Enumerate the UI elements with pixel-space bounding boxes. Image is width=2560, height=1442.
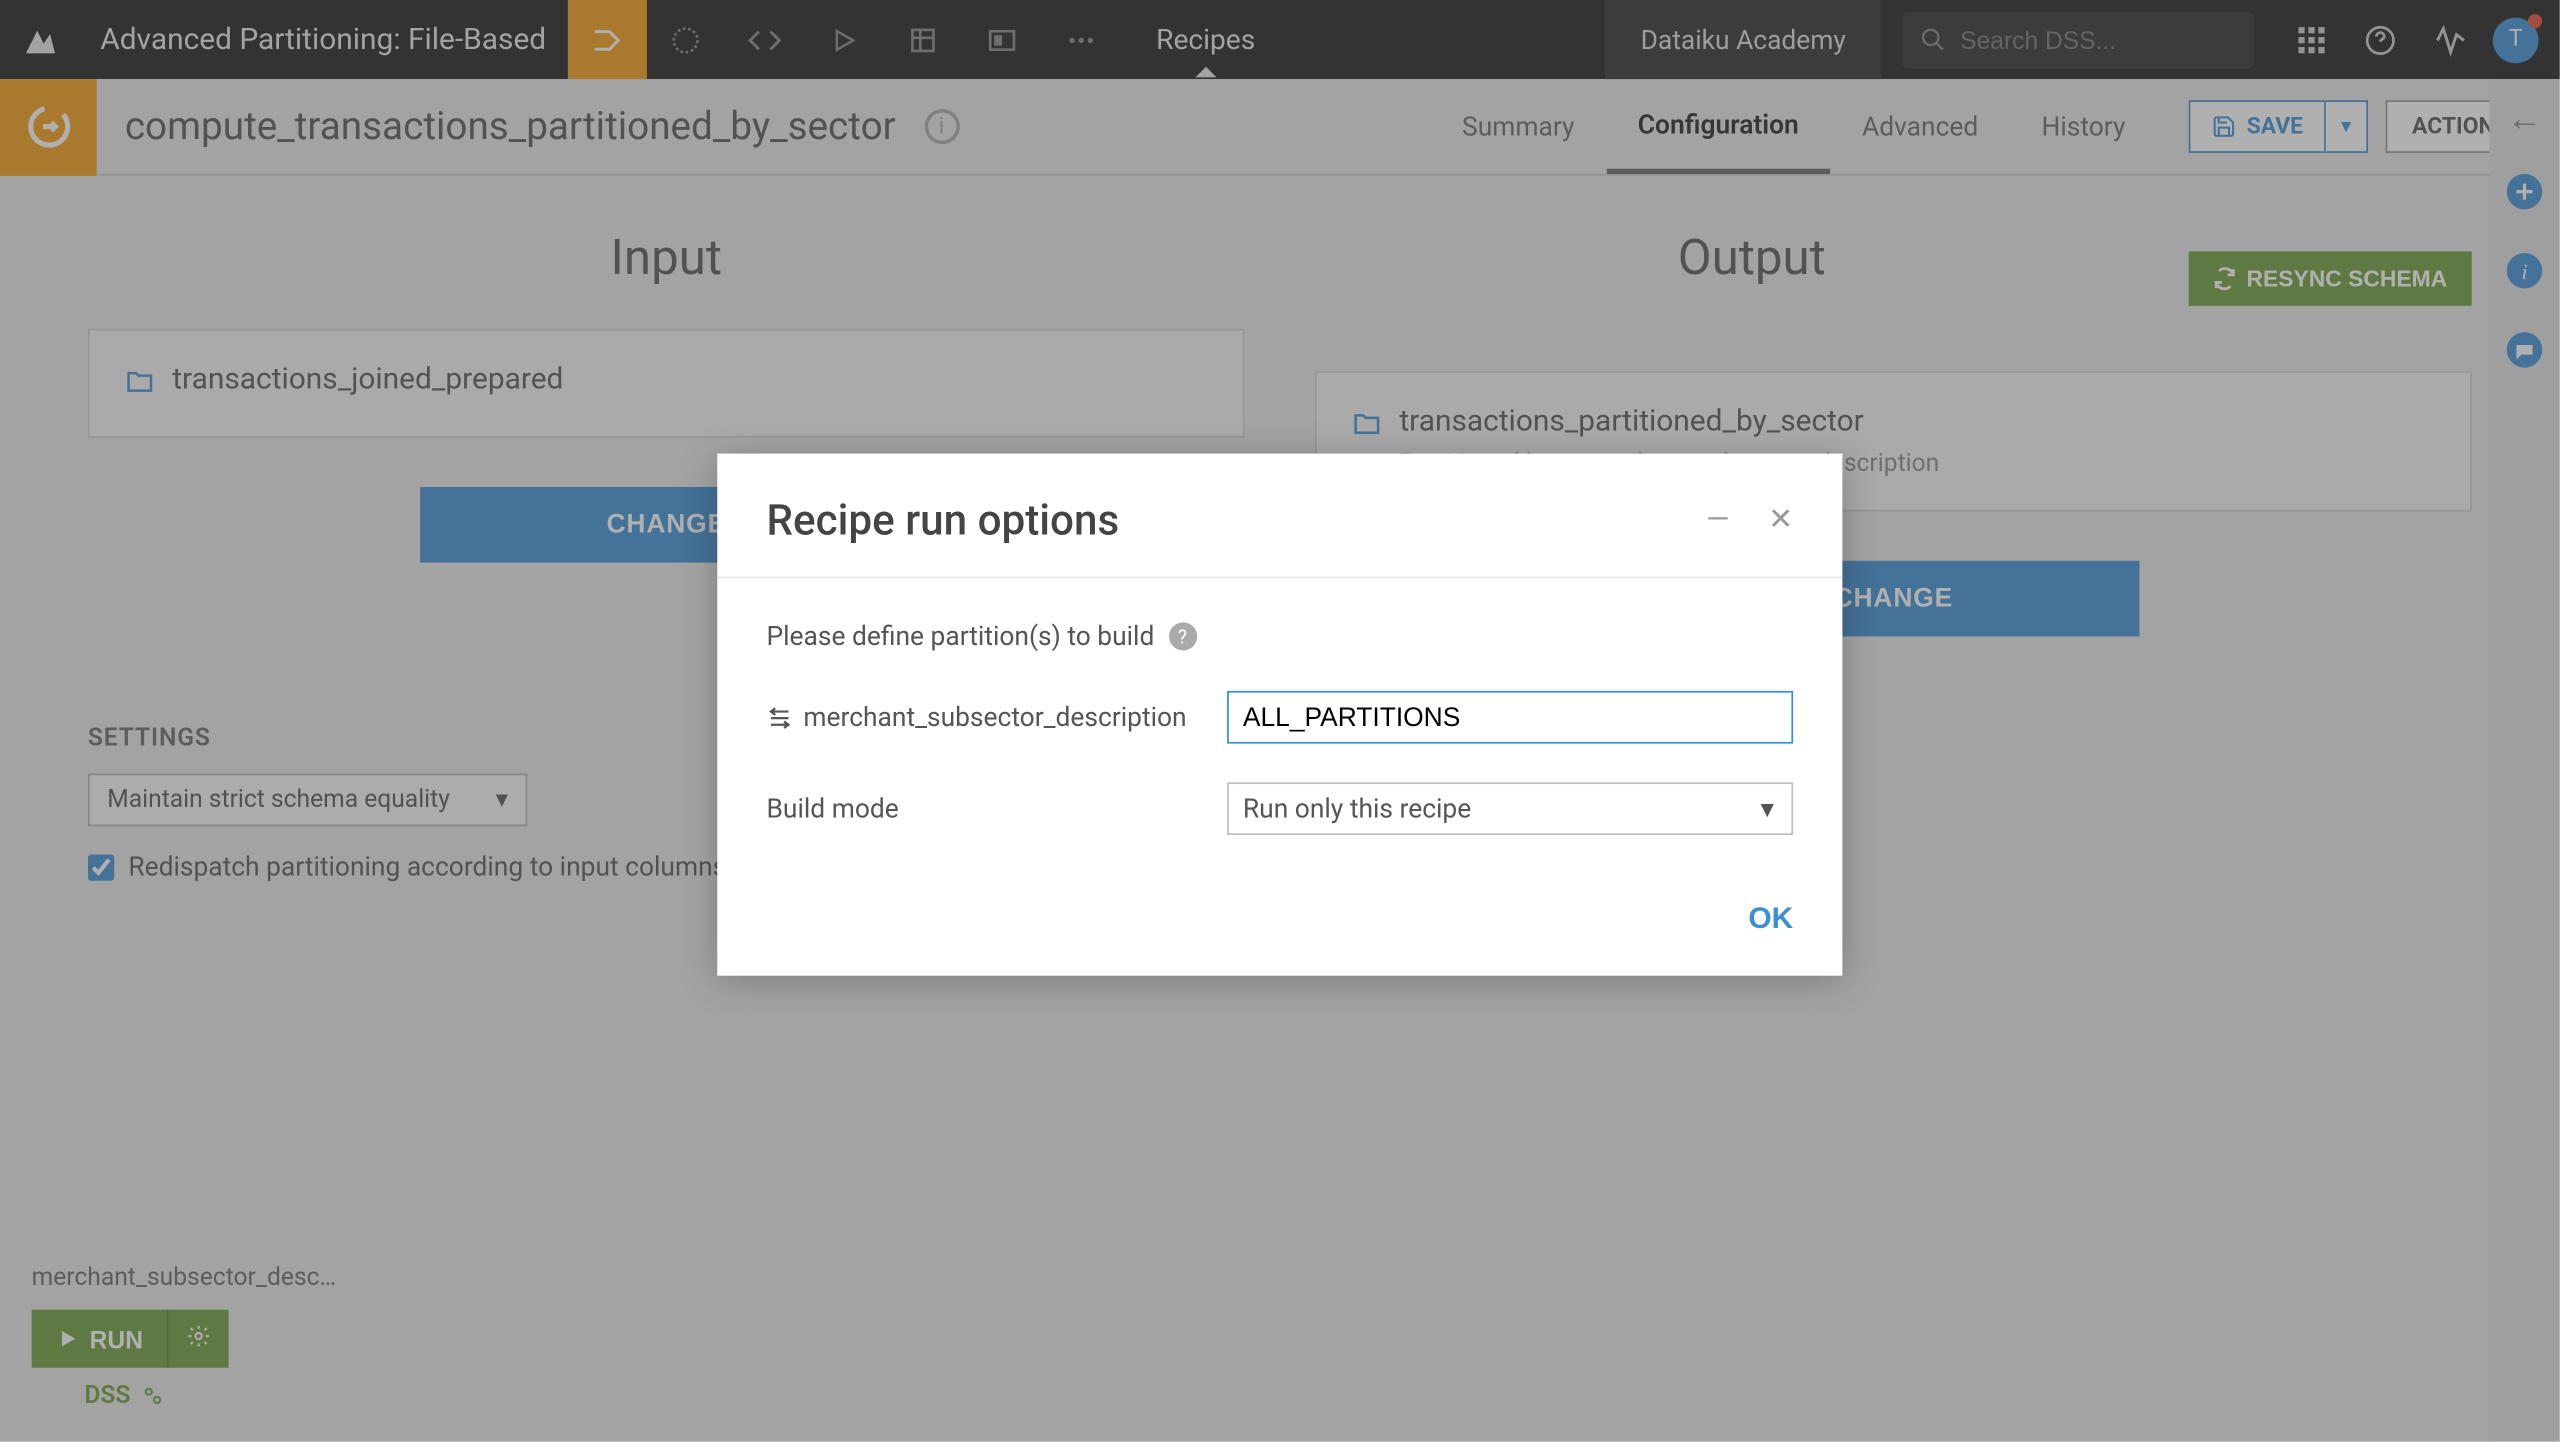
modal-title: Recipe run options [766, 496, 1119, 545]
help-icon[interactable]: ? [1168, 622, 1196, 650]
recipe-run-options-modal: Recipe run options — ✕ Please define par… [717, 454, 1842, 976]
ok-button[interactable]: OK [1748, 902, 1793, 937]
minimize-icon[interactable]: — [1706, 503, 1729, 538]
build-mode-label: Build mode [766, 793, 898, 825]
build-mode-select[interactable]: Run only this recipe [1227, 782, 1793, 835]
partition-dim-icon [766, 704, 792, 730]
close-icon[interactable]: ✕ [1768, 503, 1793, 538]
modal-prompt: Please define partition(s) to build [766, 621, 1154, 653]
partition-value-input[interactable] [1227, 691, 1793, 744]
partition-dim-label: merchant_subsector_description [803, 701, 1186, 733]
